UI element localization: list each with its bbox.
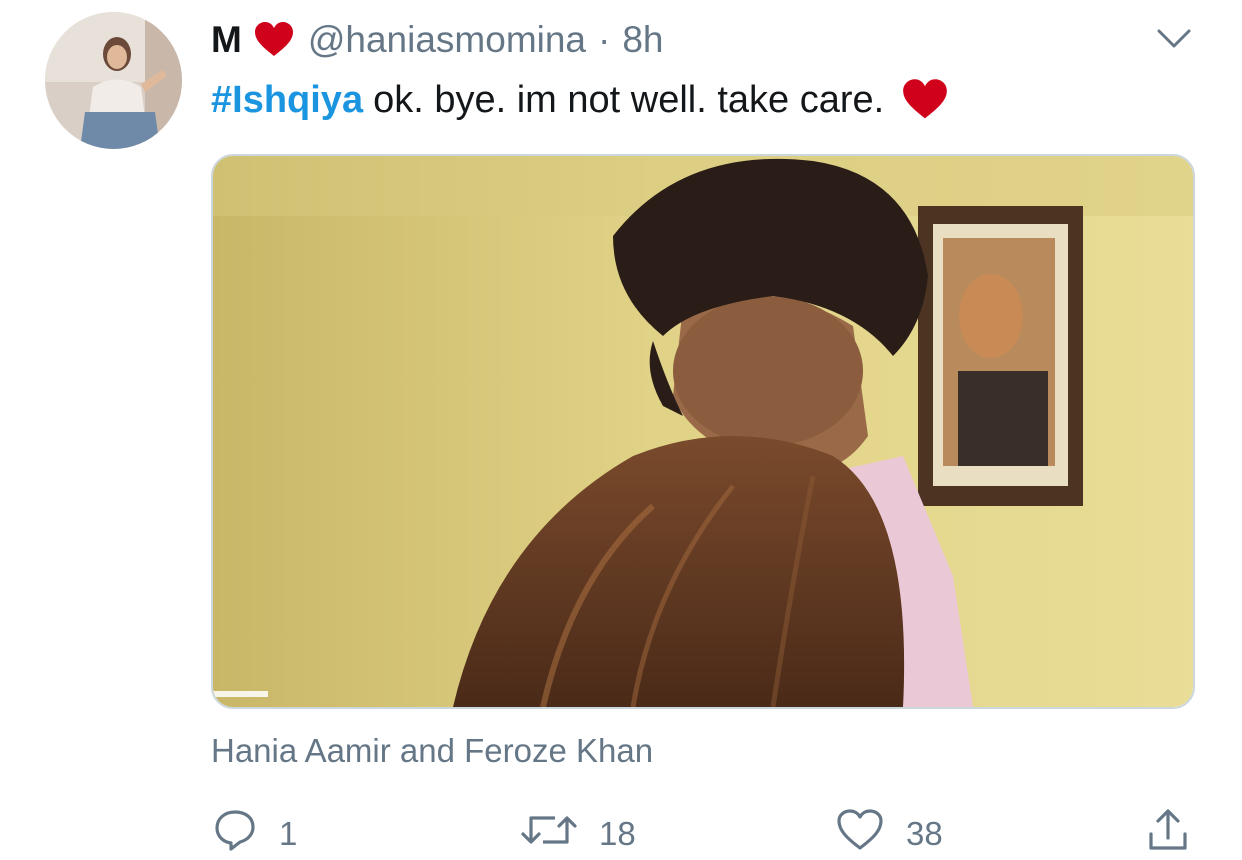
display-name[interactable]: M bbox=[211, 19, 242, 61]
reply-count: 1 bbox=[279, 815, 298, 852]
retweet-icon bbox=[521, 808, 577, 860]
avatar[interactable] bbox=[45, 12, 182, 149]
heart-emoji-icon bbox=[254, 22, 294, 58]
tweet-body: ok. bye. im not well. take care. bbox=[373, 78, 885, 121]
reply-button[interactable]: 1 bbox=[213, 808, 297, 860]
user-handle[interactable]: @haniasmomina bbox=[308, 19, 586, 61]
heart-emoji-icon bbox=[902, 79, 948, 121]
timestamp[interactable]: 8h bbox=[622, 19, 663, 61]
retweet-count: 18 bbox=[599, 815, 636, 852]
like-button[interactable]: 38 bbox=[836, 808, 943, 860]
retweet-button[interactable]: 18 bbox=[521, 808, 636, 860]
media-caption[interactable]: Hania Aamir and Feroze Khan bbox=[211, 732, 653, 770]
share-icon bbox=[1146, 808, 1190, 860]
hashtag-link[interactable]: #Ishqiya bbox=[211, 79, 363, 122]
tweet-text: #Ishqiya ok. bye. im not well. take care… bbox=[211, 70, 948, 130]
like-count: 38 bbox=[906, 815, 943, 852]
tweet-header: M @haniasmomina · 8h bbox=[211, 14, 664, 66]
heart-icon bbox=[836, 808, 884, 860]
media-image[interactable] bbox=[211, 154, 1195, 709]
reply-icon bbox=[213, 808, 257, 860]
separator-dot: · bbox=[598, 19, 611, 60]
share-button[interactable] bbox=[1146, 808, 1190, 860]
chevron-down-icon[interactable] bbox=[1156, 26, 1192, 52]
